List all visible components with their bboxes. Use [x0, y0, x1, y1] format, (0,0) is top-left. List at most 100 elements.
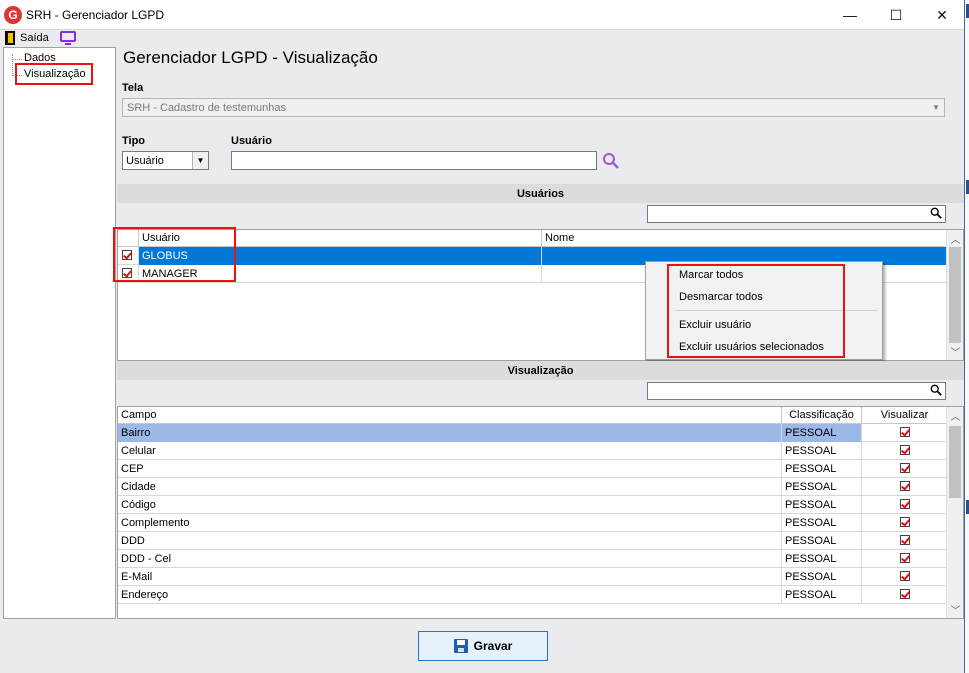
table-row[interactable]: Bairro PESSOAL — [118, 424, 947, 442]
view-search-input[interactable] — [647, 382, 946, 400]
column-header-campo[interactable]: Campo — [118, 407, 782, 424]
save-button[interactable]: Gravar — [418, 631, 548, 661]
visualizar-cell[interactable] — [862, 424, 947, 442]
campo-cell[interactable]: E-Mail — [118, 568, 782, 586]
tela-select[interactable]: SRH - Cadastro de testemunhas ▼ — [122, 98, 945, 117]
search-icon[interactable] — [930, 207, 942, 219]
view-grid: Campo Classificação Visualizar Bairro PES… — [117, 406, 964, 619]
classificacao-cell[interactable]: PESSOAL — [782, 478, 862, 496]
visualizar-cell[interactable] — [862, 442, 947, 460]
floppy-disk-icon — [453, 639, 468, 653]
visualizar-checkbox[interactable] — [899, 535, 910, 545]
table-row[interactable]: Endereço PESSOAL — [118, 586, 947, 604]
visualizar-cell[interactable] — [862, 568, 947, 586]
scroll-thumb[interactable] — [949, 426, 961, 498]
scroll-up-icon[interactable]: ︿ — [947, 407, 963, 424]
classificacao-cell[interactable]: PESSOAL — [782, 532, 862, 550]
scroll-down-icon[interactable]: ﹀ — [947, 601, 963, 618]
search-icon[interactable] — [930, 384, 942, 396]
scroll-thumb[interactable] — [949, 247, 961, 343]
tipo-select[interactable]: Usuário ▼ — [122, 151, 209, 170]
visualizar-checkbox[interactable] — [899, 571, 910, 581]
highlight-box — [15, 63, 93, 85]
table-row[interactable]: DDD PESSOAL — [118, 532, 947, 550]
exit-door-icon[interactable] — [5, 31, 15, 45]
visualizar-cell[interactable] — [862, 514, 947, 532]
campo-cell[interactable]: Bairro — [118, 424, 782, 442]
search-icon[interactable] — [602, 152, 620, 170]
campo-cell[interactable]: Complemento — [118, 514, 782, 532]
table-row[interactable]: E-Mail PESSOAL — [118, 568, 947, 586]
window-title: SRH - Gerenciador LGPD — [26, 8, 165, 22]
campo-cell[interactable]: Celular — [118, 442, 782, 460]
table-row[interactable]: Código PESSOAL — [118, 496, 947, 514]
visualizar-cell[interactable] — [862, 532, 947, 550]
column-header-visualizar[interactable]: Visualizar — [862, 407, 947, 424]
table-row[interactable]: DDD - Cel PESSOAL — [118, 550, 947, 568]
maximize-button[interactable]: ☐ — [874, 4, 918, 26]
table-row[interactable]: Complemento PESSOAL — [118, 514, 947, 532]
tela-value: SRH - Cadastro de testemunhas — [127, 102, 286, 114]
tipo-value: Usuário — [126, 155, 164, 167]
classificacao-cell[interactable]: PESSOAL — [782, 442, 862, 460]
view-grid-header: Campo Classificação Visualizar — [118, 407, 947, 424]
chevron-down-icon[interactable]: ▼ — [192, 152, 208, 169]
title-bar: G SRH - Gerenciador LGPD — ☐ ✕ — [0, 0, 964, 30]
users-grid-header: Usuário Nome — [118, 230, 947, 247]
save-button-label: Gravar — [473, 639, 513, 653]
usuario-input[interactable] — [231, 151, 597, 170]
campo-cell[interactable]: CEP — [118, 460, 782, 478]
campo-cell[interactable]: DDD - Cel — [118, 550, 782, 568]
visualizar-checkbox[interactable] — [899, 445, 910, 455]
campo-cell[interactable]: Cidade — [118, 478, 782, 496]
tela-label: Tela — [122, 82, 144, 94]
context-menu: Marcar todos Desmarcar todos Excluir usu… — [645, 261, 883, 360]
users-search-input[interactable] — [647, 205, 946, 223]
toolbar: Saída — [0, 30, 964, 46]
table-row[interactable]: Cidade PESSOAL — [118, 478, 947, 496]
column-header-nome[interactable]: Nome — [542, 230, 947, 247]
campo-cell[interactable]: Código — [118, 496, 782, 514]
tipo-label: Tipo — [122, 135, 146, 147]
background-window-edge — [964, 0, 969, 673]
navigation-tree: Dados Visualização — [3, 47, 116, 619]
minimize-button[interactable]: — — [828, 4, 872, 26]
visualizar-cell[interactable] — [862, 478, 947, 496]
campo-cell[interactable]: Endereço — [118, 586, 782, 604]
visualizar-checkbox[interactable] — [899, 517, 910, 527]
view-scrollbar[interactable]: ︿ ﹀ — [946, 407, 963, 618]
classificacao-cell[interactable]: PESSOAL — [782, 496, 862, 514]
table-row[interactable]: CEP PESSOAL — [118, 460, 947, 478]
visualizar-cell[interactable] — [862, 550, 947, 568]
scroll-down-icon[interactable]: ﹀ — [947, 343, 963, 360]
monitor-icon[interactable] — [60, 31, 76, 45]
exit-button[interactable]: Saída — [20, 32, 49, 44]
visualizar-cell[interactable] — [862, 460, 947, 478]
column-header-classificacao[interactable]: Classificação — [782, 407, 862, 424]
highlight-box — [113, 227, 236, 282]
visualizar-cell[interactable] — [862, 586, 947, 604]
users-scrollbar[interactable]: ︿ ﹀ — [946, 230, 963, 360]
visualizar-cell[interactable] — [862, 496, 947, 514]
visualizar-checkbox[interactable] — [899, 427, 910, 437]
close-button[interactable]: ✕ — [920, 4, 964, 26]
classificacao-cell[interactable]: PESSOAL — [782, 424, 862, 442]
usuario-label: Usuário — [231, 135, 272, 147]
page-title: Gerenciador LGPD - Visualização — [123, 48, 378, 67]
visualizar-checkbox[interactable] — [899, 553, 910, 563]
view-section-header: Visualização — [117, 361, 964, 380]
scroll-up-icon[interactable]: ︿ — [947, 230, 963, 247]
table-row[interactable]: Celular PESSOAL — [118, 442, 947, 460]
classificacao-cell[interactable]: PESSOAL — [782, 460, 862, 478]
classificacao-cell[interactable]: PESSOAL — [782, 586, 862, 604]
visualizar-checkbox[interactable] — [899, 589, 910, 599]
classificacao-cell[interactable]: PESSOAL — [782, 514, 862, 532]
classificacao-cell[interactable]: PESSOAL — [782, 550, 862, 568]
visualizar-checkbox[interactable] — [899, 463, 910, 473]
visualizar-checkbox[interactable] — [899, 481, 910, 491]
users-section-header: Usuários — [117, 184, 964, 203]
classificacao-cell[interactable]: PESSOAL — [782, 568, 862, 586]
visualizar-checkbox[interactable] — [899, 499, 910, 509]
chevron-down-icon[interactable]: ▼ — [928, 99, 944, 116]
campo-cell[interactable]: DDD — [118, 532, 782, 550]
